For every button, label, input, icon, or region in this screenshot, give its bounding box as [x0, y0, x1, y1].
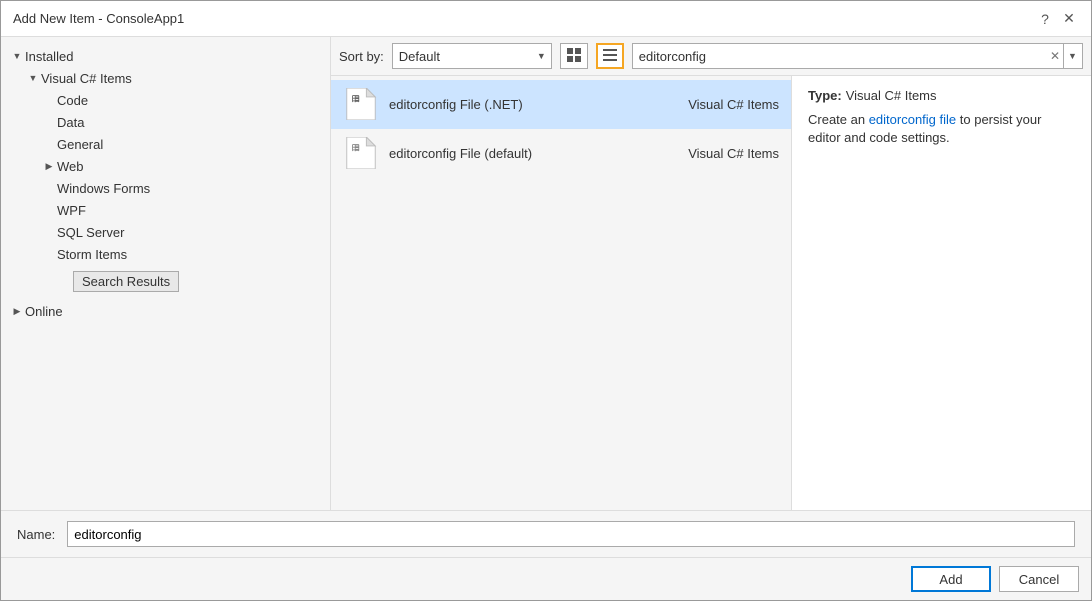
desc-text-part1: Create an [808, 112, 869, 127]
desc-type-value: Visual C# Items [846, 88, 937, 103]
wpf-label: WPF [57, 203, 86, 218]
dialog: Add New Item - ConsoleApp1 ? ✕ Installed… [0, 0, 1092, 601]
name-input[interactable] [67, 521, 1075, 547]
search-results-button[interactable]: Search Results [73, 271, 179, 292]
general-label: General [57, 137, 103, 152]
sidebar-item-installed[interactable]: Installed [1, 45, 330, 67]
toolbar: Sort by: Default Name Type [331, 37, 1091, 76]
sort-label: Sort by: [339, 49, 384, 64]
sidebar-item-visual-cs[interactable]: Visual C# Items [1, 67, 330, 89]
cancel-button[interactable]: Cancel [999, 566, 1079, 592]
list-item[interactable]: editorconfig File (default) Visual C# It… [331, 129, 791, 178]
sidebar-item-data[interactable]: Data [1, 111, 330, 133]
online-label: Online [25, 304, 63, 319]
windows-forms-label: Windows Forms [57, 181, 150, 196]
data-label: Data [57, 115, 84, 130]
code-label: Code [57, 93, 88, 108]
list-area: editorconfig File (.NET) Visual C# Items [331, 76, 791, 510]
dialog-title: Add New Item - ConsoleApp1 [13, 11, 184, 26]
description-panel: Type: Visual C# Items Create an editorco… [791, 76, 1091, 510]
desc-type-line: Type: Visual C# Items [808, 88, 1075, 103]
sidebar-item-wpf[interactable]: WPF [1, 199, 330, 221]
item-icon-editorconfig-dotnet [343, 86, 379, 122]
item-name-editorconfig-default: editorconfig File (default) [389, 146, 688, 161]
search-clear-icon[interactable]: ✕ [1047, 48, 1063, 64]
sort-select[interactable]: Default Name Type [392, 43, 552, 69]
list-view-icon [603, 48, 617, 65]
sidebar-item-sql-server[interactable]: SQL Server [1, 221, 330, 243]
visual-cs-label: Visual C# Items [41, 71, 132, 86]
installed-label: Installed [25, 49, 73, 64]
list-description-area: editorconfig File (.NET) Visual C# Items [331, 76, 1091, 510]
sidebar: Installed Visual C# Items Code Data Gene… [1, 37, 331, 510]
close-button[interactable]: ✕ [1059, 9, 1079, 29]
sidebar-item-code[interactable]: Code [1, 89, 330, 111]
search-input[interactable] [632, 43, 1083, 69]
desc-type-label: Type: [808, 88, 842, 103]
sidebar-item-windows-forms[interactable]: Windows Forms [1, 177, 330, 199]
online-arrow [9, 303, 25, 319]
search-results-container: Search Results [1, 269, 330, 296]
sidebar-item-storm-items[interactable]: Storm Items [1, 243, 330, 265]
web-label: Web [57, 159, 84, 174]
sidebar-item-web[interactable]: Web [1, 155, 330, 177]
right-panel: Sort by: Default Name Type [331, 37, 1091, 510]
item-category-editorconfig-dotnet: Visual C# Items [688, 97, 779, 112]
item-icon-editorconfig-default [343, 135, 379, 171]
desc-text: Create an editorconfig file to persist y… [808, 111, 1075, 147]
desc-text-link[interactable]: editorconfig file [869, 112, 956, 127]
storm-items-label: Storm Items [57, 247, 127, 262]
title-bar: Add New Item - ConsoleApp1 ? ✕ [1, 1, 1091, 37]
search-dropdown-icon[interactable]: ▼ [1063, 44, 1081, 68]
item-category-editorconfig-default: Visual C# Items [688, 146, 779, 161]
grid-view-button[interactable] [560, 43, 588, 69]
visual-cs-arrow [25, 70, 41, 86]
sort-select-wrapper: Default Name Type [392, 43, 552, 69]
search-box-wrapper: ✕ ▼ [632, 43, 1083, 69]
sql-server-label: SQL Server [57, 225, 124, 240]
installed-arrow [9, 48, 25, 64]
list-item[interactable]: editorconfig File (.NET) Visual C# Items [331, 80, 791, 129]
item-name-editorconfig-dotnet: editorconfig File (.NET) [389, 97, 688, 112]
sidebar-item-general[interactable]: General [1, 133, 330, 155]
add-button[interactable]: Add [911, 566, 991, 592]
name-label: Name: [17, 527, 55, 542]
grid-view-icon [567, 48, 581, 65]
list-view-button[interactable] [596, 43, 624, 69]
sidebar-item-online[interactable]: Online [1, 300, 330, 322]
content-area: Installed Visual C# Items Code Data Gene… [1, 37, 1091, 510]
action-buttons: Add Cancel [1, 557, 1091, 600]
web-arrow [41, 158, 57, 174]
bottom-bar: Name: [1, 510, 1091, 557]
title-bar-buttons: ? ✕ [1035, 9, 1079, 29]
help-button[interactable]: ? [1035, 9, 1055, 29]
